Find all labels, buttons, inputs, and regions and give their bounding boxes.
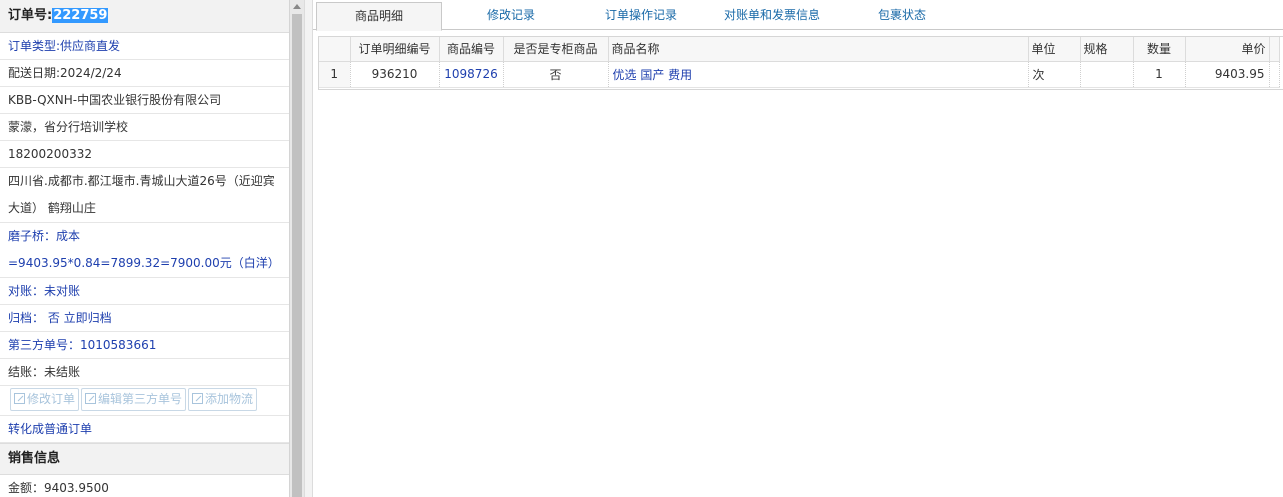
delivery-date: 配送日期:2024/2/24 [0,60,289,87]
edit-icon [14,393,25,404]
edit-third-party-label: 编辑第三方单号 [98,392,183,406]
col-header-rownum [319,37,351,62]
order-number-label: 订单号: [8,8,53,23]
scroll-up-arrow-icon[interactable] [293,4,301,9]
edit-order-label: 修改订单 [27,392,76,406]
sales-section-header: 销售信息 [0,443,289,475]
tab-product-details[interactable]: 商品明细 [316,2,442,31]
order-number-value[interactable]: 222759 [52,8,109,23]
settle-status: 结账：未结账 [0,359,289,386]
tab-bar: 商品明细 修改记录 订单操作记录 对账单和发票信息 包裹状态 [313,0,1283,31]
cell-unit-price: 9403.95 [1185,61,1270,88]
third-party-number: 第三方单号：1010583661 [0,332,289,359]
col-header-quantity[interactable]: 数量 [1133,37,1186,62]
order-type: 订单类型:供应商直发 [0,33,289,60]
table-row[interactable]: 1 936210 1098726 否 优选 国产 费用 次 1 9403.95 [319,61,1280,88]
tab-change-log[interactable]: 修改记录 [449,2,573,30]
edit-third-party-button[interactable]: 编辑第三方单号 [81,388,187,411]
tab-statement-invoice[interactable]: 对账单和发票信息 [707,2,837,30]
product-grid: 订单明细编号 商品编号 是否是专柜商品 商品名称 单位 规格 数量 单价 1 9… [318,36,1283,90]
edit-icon [192,393,204,404]
order-number-row: 订单号:222759 [0,0,289,33]
cell-filler [1269,61,1280,88]
cell-detail-id: 936210 [350,61,440,88]
cell-unit: 次 [1028,61,1081,88]
cell-rownum: 1 [319,61,351,88]
convert-order-link[interactable]: 转化成普通订单 [0,416,289,443]
contact-name: 蒙濛，省分行培训学校 [0,114,289,141]
cell-spec [1080,61,1134,88]
col-header-filler [1269,37,1280,62]
col-header-spec[interactable]: 规格 [1080,37,1134,62]
contact-phone: 18200200332 [0,141,289,168]
add-logistics-button[interactable]: 添加物流 [188,388,258,411]
edit-order-button[interactable]: 修改订单 [10,388,80,411]
reconcile-status: 对账：未对账 [0,278,289,305]
sales-amount: 金额：9403.9500 [0,475,289,497]
cost-note: 磨子桥：成本=9403.95*0.84=7899.32=7900.00元（白洋） [0,223,289,278]
col-header-product-id[interactable]: 商品编号 [439,37,504,62]
table-header-row: 订单明细编号 商品编号 是否是专柜商品 商品名称 单位 规格 数量 单价 [319,37,1280,62]
col-header-unit-price[interactable]: 单价 [1185,37,1270,62]
order-detail-panel: 商品明细 修改记录 订单操作记录 对账单和发票信息 包裹状态 订单明细编号 商品… [313,0,1283,497]
cell-counter-product: 否 [503,61,609,88]
cell-product-id-link[interactable]: 1098726 [439,61,504,88]
edit-icon [85,393,97,404]
delivery-address: 四川省.成都市.都江堰市.青城山大道26号（近迎宾大道） 鹤翔山庄 [0,168,289,223]
left-panel-scrollbar[interactable] [290,0,304,497]
tab-package-status[interactable]: 包裹状态 [843,2,961,30]
company-name: KBB-QXNH-中国农业银行股份有限公司 [0,87,289,114]
col-header-unit[interactable]: 单位 [1028,37,1081,62]
action-buttons: 修改订单 编辑第三方单号 添加物流 [0,386,289,416]
col-header-product-name[interactable]: 商品名称 [608,37,1029,62]
archive-status[interactable]: 归档： 否 立即归档 [0,305,289,332]
add-logistics-label: 添加物流 [205,392,254,406]
order-info-panel: 订单号:222759 订单类型:供应商直发 配送日期:2024/2/24 KBB… [0,0,290,497]
scrollbar-thumb[interactable] [292,14,302,497]
panel-splitter[interactable] [304,0,313,497]
tab-operation-log[interactable]: 订单操作记录 [579,2,703,30]
cell-product-name-link[interactable]: 优选 国产 费用 [608,61,1029,88]
cell-quantity: 1 [1133,61,1186,88]
col-header-detail-id[interactable]: 订单明细编号 [350,37,440,62]
col-header-counter-product[interactable]: 是否是专柜商品 [503,37,609,62]
